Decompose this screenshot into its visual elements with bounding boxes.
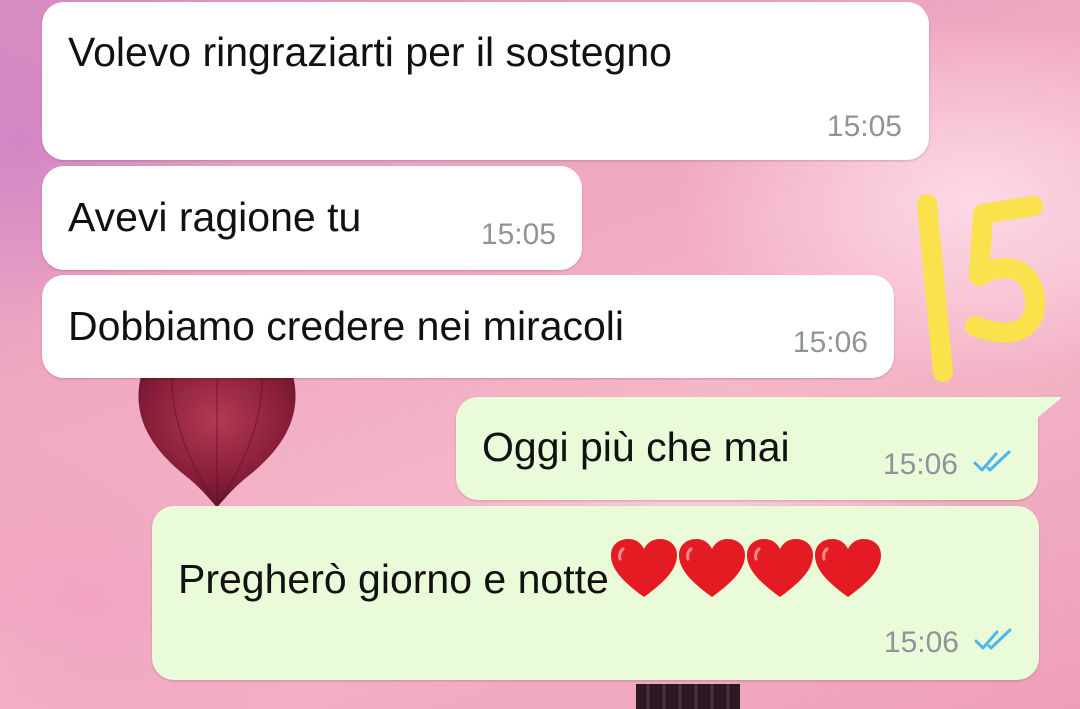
- message-text: Volevo ringraziarti per il sostegno: [68, 29, 672, 75]
- message-text-content: Pregherò giorno e notte: [178, 556, 609, 602]
- message-timestamp: 15:06: [792, 326, 868, 359]
- red-heart-icon: [814, 539, 881, 597]
- double-check-icon: [974, 628, 1012, 650]
- message-text: Dobbiamo credere nei miracoli: [68, 303, 625, 349]
- balloon-basket-image: [636, 684, 740, 709]
- message-timestamp: 15:05: [826, 110, 902, 143]
- red-heart-icon: [678, 539, 745, 597]
- message-timestamp: 15:06: [883, 626, 959, 659]
- bubble-tail: [1036, 397, 1061, 419]
- handwritten-number-annotation: [917, 194, 1046, 382]
- message-text: Oggi più che mai: [482, 424, 790, 470]
- red-heart-icon: [746, 539, 813, 597]
- hot-air-balloon-image: [138, 372, 296, 507]
- message-text: Avevi ragione tu: [68, 194, 362, 240]
- message-bubble-incoming[interactable]: Dobbiamo credere nei miracoli 15:06: [42, 275, 894, 378]
- message-text: Pregherò giorno e notte: [178, 539, 881, 600]
- message-timestamp: 15:05: [480, 218, 556, 251]
- message-bubble-incoming[interactable]: Volevo ringraziarti per il sostegno 15:0…: [42, 2, 929, 160]
- message-bubble-incoming[interactable]: Avevi ragione tu 15:05: [42, 166, 582, 270]
- message-bubble-outgoing[interactable]: Oggi più che mai 15:06: [456, 397, 1038, 500]
- message-timestamp: 15:06: [882, 448, 958, 481]
- message-bubble-outgoing[interactable]: Pregherò giorno e notte 15:06: [152, 506, 1039, 680]
- red-heart-icon: [610, 539, 677, 597]
- double-check-icon: [973, 450, 1011, 472]
